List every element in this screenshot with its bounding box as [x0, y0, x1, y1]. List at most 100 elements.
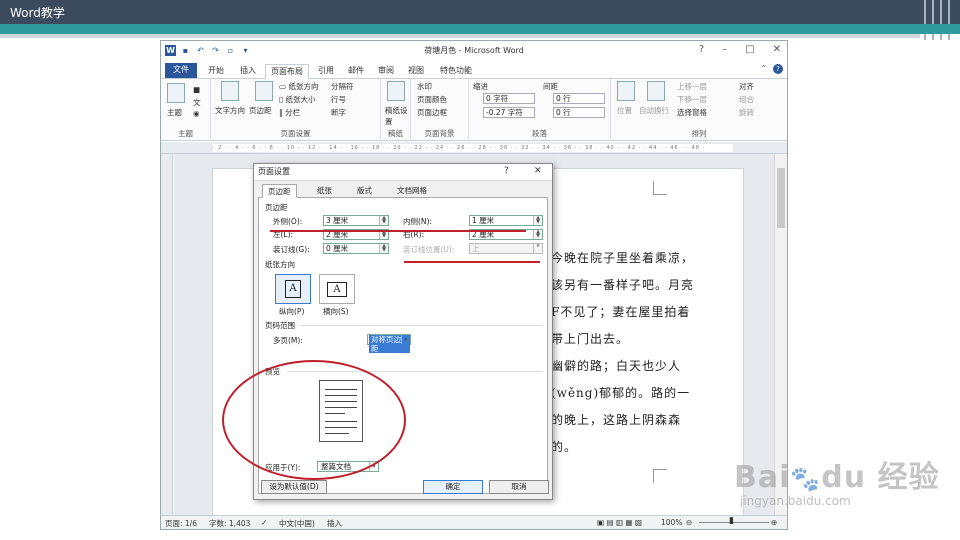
group-button[interactable]: 组合 — [739, 94, 754, 105]
outer-margin-input[interactable]: 3 厘米 ▲ ▼ — [323, 215, 389, 226]
cancel-button[interactable]: 取消 — [489, 480, 549, 494]
section-orientation: 纸张方向 — [265, 260, 295, 269]
doc-line: F不见了；妻在屋里拍着 — [551, 305, 691, 319]
landscape-label: 横向(S) — [323, 307, 349, 316]
zoom-in-icon[interactable]: ⊕ — [771, 518, 777, 527]
spin-arrows-icon[interactable]: ▲ ▼ — [379, 244, 388, 253]
horizontal-ruler[interactable]: · 2 · · 4 · · 6 · · 8 · · 10 · · 12 · · … — [161, 142, 787, 154]
tab-mailings[interactable]: 邮件 — [343, 64, 369, 79]
columns-label: 分栏 — [285, 108, 301, 117]
position-button[interactable]: 位置 — [617, 105, 632, 116]
hyphenation-button[interactable]: 断字 — [331, 107, 346, 118]
theme-effects-icon[interactable]: ◉ — [193, 109, 200, 118]
gutter-position-label: 装订线位置(U): — [403, 245, 455, 254]
collapse-ribbon-icon[interactable]: ⌃ — [760, 64, 767, 74]
spacing-after-input[interactable]: 0 行 — [553, 107, 605, 118]
landscape-option[interactable]: A — [319, 274, 355, 304]
tab-view[interactable]: 视图 — [403, 64, 429, 79]
tab-insert[interactable]: 插入 — [235, 64, 261, 79]
theme-button[interactable]: 主题 — [167, 107, 182, 118]
theme-colors-icon[interactable]: ■ — [193, 85, 200, 94]
theme-icon[interactable] — [167, 83, 185, 103]
status-mode[interactable]: 插入 — [327, 518, 342, 529]
dialog-close-icon[interactable]: ✕ — [534, 166, 542, 176]
gutter-input[interactable]: 0 厘米 ▲ ▼ — [323, 243, 389, 254]
vertical-ruler[interactable] — [161, 154, 173, 516]
chevron-down-icon[interactable]: ▾ — [401, 335, 410, 344]
spin-arrows-icon[interactable]: ▲ ▼ — [533, 216, 542, 225]
zoom-out-icon[interactable]: ⊖ — [686, 518, 692, 527]
proofing-icon[interactable]: ✓ — [261, 518, 267, 527]
selection-pane-button[interactable]: 选择窗格 — [677, 107, 707, 118]
tab-references[interactable]: 引用 — [313, 64, 339, 79]
rotate-button[interactable]: 旋转 — [739, 107, 754, 118]
tab-home[interactable]: 开始 — [203, 64, 229, 79]
portrait-icon: A — [285, 280, 301, 298]
tab-layout[interactable]: 版式 — [352, 184, 377, 198]
text-direction-button[interactable]: 文字方向 — [215, 105, 245, 116]
page-borders-button[interactable]: 页面边框 — [417, 107, 447, 118]
group-paragraph: 缩进 间距 0 字符 -0.27 字符 0 行 0 行 段落 — [469, 79, 611, 141]
breaks-button[interactable]: 分隔符 — [331, 81, 354, 92]
margins-button[interactable]: 页边距 — [249, 105, 272, 116]
tab-special-features[interactable]: 特色功能 — [435, 64, 477, 79]
view-buttons-icon[interactable]: ▣ ▤ ▥ ▦ ▧ — [597, 518, 642, 527]
spacing-before-input[interactable]: 0 行 — [553, 93, 605, 104]
columns-button[interactable]: ‖ 分栏 — [279, 107, 300, 118]
tab-file[interactable]: 文件 — [165, 63, 197, 78]
tab-review[interactable]: 审阅 — [373, 64, 399, 79]
line-numbers-button[interactable]: 行号 — [331, 94, 346, 105]
draft-settings-button[interactable]: 稿纸设置 — [385, 105, 409, 127]
align-button[interactable]: 对齐 — [739, 81, 754, 92]
slide-header: Word教学 — [0, 0, 960, 40]
multiple-pages-select[interactable]: 对称页边距 ▾ — [367, 334, 411, 353]
gutter-position-value: 上 — [472, 244, 480, 253]
zoom-slider-thumb[interactable]: ▮ — [729, 516, 734, 526]
dialog-help-icon[interactable]: ? — [504, 166, 509, 176]
close-icon[interactable]: ✕ — [773, 44, 781, 55]
orientation-button[interactable]: ▭ 纸张方向 — [279, 81, 318, 92]
group-label-page-setup: 页面设置 — [280, 129, 311, 138]
spin-arrows-icon[interactable]: ▲ ▼ — [533, 230, 542, 239]
indent-right-input[interactable]: -0.27 字符 — [483, 107, 535, 118]
tab-margins[interactable]: 页边距 — [262, 184, 297, 198]
minimize-icon[interactable]: – — [722, 44, 727, 55]
inner-margin-value: 1 厘米 — [472, 216, 495, 225]
size-button[interactable]: ▯ 纸张大小 — [279, 94, 316, 105]
spin-arrows-icon[interactable]: ▲ ▼ — [379, 216, 388, 225]
slide-accent-bar — [0, 24, 960, 34]
help-question-icon[interactable]: ? — [699, 44, 704, 55]
send-backward-button[interactable]: 下移一层 — [677, 94, 707, 105]
theme-fonts-icon[interactable]: 文 — [193, 97, 201, 108]
inner-margin-input[interactable]: 1 厘米 ▲ ▼ — [469, 215, 543, 226]
page-color-button[interactable]: 页面颜色 — [417, 94, 447, 105]
zoom-slider[interactable] — [699, 522, 769, 523]
margins-icon — [255, 81, 273, 101]
watermark-button[interactable]: 水印 — [417, 81, 432, 92]
scroll-thumb[interactable] — [777, 168, 785, 228]
status-words[interactable]: 字数: 1,403 — [209, 518, 250, 529]
doc-line: 该另有一番样子吧。月亮 — [551, 278, 695, 292]
tab-page-layout[interactable]: 页面布局 — [265, 64, 309, 79]
status-zoom[interactable]: 100% — [661, 518, 682, 527]
tab-paper[interactable]: 纸张 — [312, 184, 337, 198]
indent-left-input[interactable]: 0 字符 — [483, 93, 535, 104]
outer-margin-value: 3 厘米 — [326, 216, 349, 225]
help-icon[interactable]: ? — [773, 64, 783, 74]
portrait-option[interactable]: A — [275, 274, 311, 304]
set-default-button[interactable]: 设为默认值(D) — [261, 480, 327, 494]
multiple-pages-label: 多页(M): — [273, 336, 303, 345]
watermark-logo: Bai🐾du 经验 — [734, 460, 940, 495]
group-label-draft: 稿纸 — [388, 129, 403, 138]
status-page[interactable]: 页面: 1/6 — [165, 518, 197, 529]
maximize-icon[interactable]: □ — [745, 44, 754, 55]
watermark-url: jingyan.baidu.com — [740, 494, 851, 508]
group-arrange: 位置 自动换行 上移一层 下移一层 选择窗格 对齐 组合 旋转 排列 — [611, 79, 787, 141]
status-language[interactable]: 中文(中国) — [279, 518, 315, 529]
bring-forward-button[interactable]: 上移一层 — [677, 81, 707, 92]
tab-document-grid[interactable]: 文档网格 — [392, 184, 432, 198]
ok-button[interactable]: 确定 — [423, 480, 483, 494]
wrap-text-button[interactable]: 自动换行 — [639, 105, 669, 116]
doc-line: 今晚在院子里坐着乘凉， — [551, 251, 695, 265]
annotation-underline — [270, 230, 526, 232]
